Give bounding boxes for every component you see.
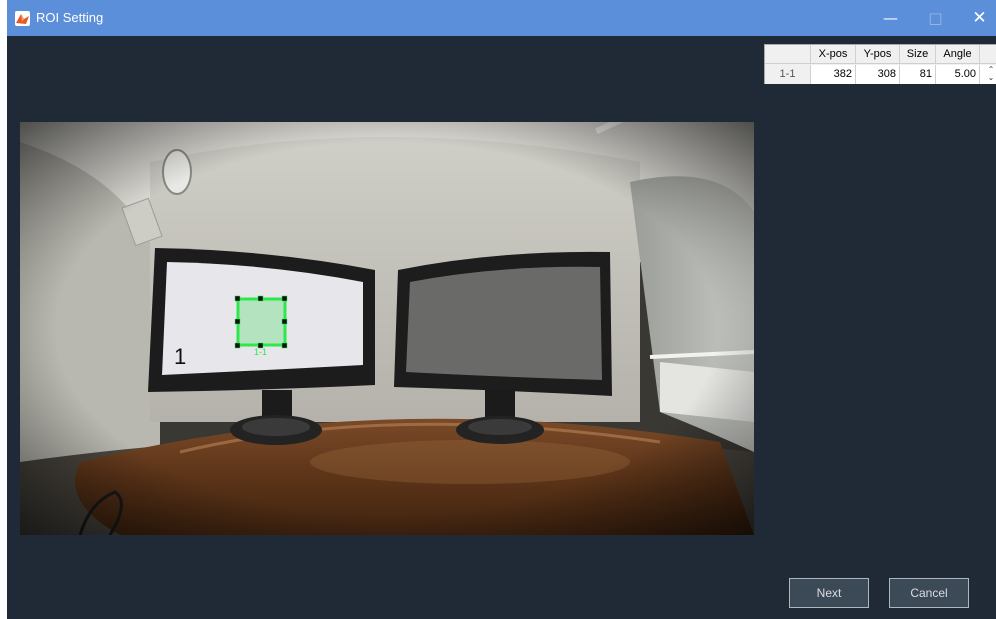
maximize-button[interactable]: □	[913, 0, 958, 36]
camera-image-panel[interactable]: 1 1-1	[20, 122, 754, 535]
roi-label: 1-1	[254, 347, 268, 357]
cancel-button[interactable]: Cancel	[889, 578, 969, 608]
roi-table[interactable]: X-pos Y-pos Size Angle 1-1 382 308 81 5.…	[764, 44, 996, 84]
row-header[interactable]: 1-1	[765, 65, 811, 84]
content-area: X-pos Y-pos Size Angle 1-1 382 308 81 5.…	[7, 36, 996, 619]
roi-setting-window: ROI Setting — □ ✕ X-pos Y-pos Size Angle…	[7, 0, 996, 619]
roi-rectangle[interactable]	[236, 297, 287, 347]
column-header-size[interactable]: Size	[900, 45, 936, 64]
cell-xpos[interactable]: 382	[811, 65, 856, 84]
column-header-xpos[interactable]: X-pos	[811, 45, 856, 64]
cell-ypos[interactable]: 308	[856, 65, 900, 84]
column-header-ypos[interactable]: Y-pos	[856, 45, 900, 64]
minimize-button[interactable]: —	[868, 0, 913, 36]
cell-size[interactable]: 81	[900, 65, 936, 84]
table-corner	[765, 45, 811, 64]
table-row[interactable]: 1-1 382 308 81 5.00 ⌃ ⌄	[765, 65, 996, 84]
camera-image	[20, 122, 754, 535]
close-button[interactable]: ✕	[957, 0, 996, 36]
column-header-angle[interactable]: Angle	[936, 45, 980, 64]
title-bar[interactable]: ROI Setting — □ ✕	[7, 0, 996, 36]
cell-angle[interactable]: 5.00	[936, 65, 980, 84]
window-title: ROI Setting	[36, 10, 104, 25]
spinner-down-icon[interactable]: ⌄	[985, 74, 996, 82]
next-button[interactable]: Next	[789, 578, 869, 608]
table-header-row: X-pos Y-pos Size Angle	[765, 45, 996, 64]
angle-spinner[interactable]: ⌃ ⌄	[985, 66, 996, 84]
matlab-icon	[15, 11, 30, 26]
monitor-number-label: 1	[174, 344, 187, 369]
